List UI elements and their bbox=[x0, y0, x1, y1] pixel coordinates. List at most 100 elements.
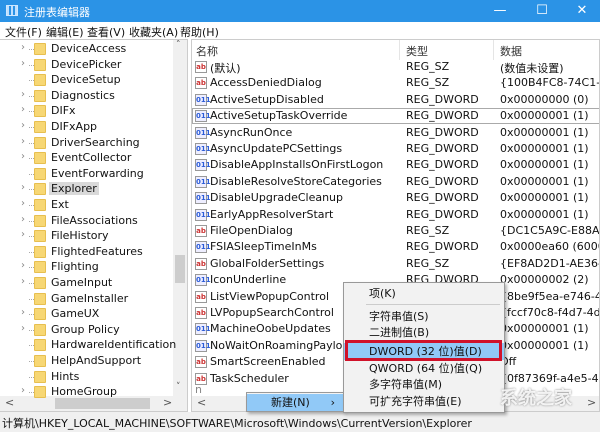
column-name-header[interactable]: 名称 bbox=[196, 43, 218, 59]
tree-scroll-thumb[interactable] bbox=[175, 255, 185, 283]
expand-chevron-icon[interactable]: › bbox=[21, 260, 25, 271]
value-type: REG_SZ bbox=[406, 76, 450, 90]
expand-chevron-icon[interactable]: › bbox=[21, 276, 25, 287]
value-name: GlobalFolderSettings bbox=[210, 256, 325, 270]
tree-item[interactable]: › FileHistory bbox=[0, 229, 172, 244]
value-name: AsyncUpdatePCSettings bbox=[210, 142, 343, 155]
tree-item[interactable]: › Ext bbox=[0, 198, 172, 213]
expand-chevron-icon[interactable]: › bbox=[21, 42, 25, 53]
tree-item[interactable]: › Group Policy bbox=[0, 323, 172, 338]
value-row[interactable]: ab (默认) REG_SZ (数值未设置) bbox=[192, 59, 599, 75]
expand-chevron-icon[interactable]: › bbox=[21, 229, 25, 240]
submenu-item[interactable]: 项(K) bbox=[344, 285, 504, 302]
submenu-item[interactable]: 字符串值(S) bbox=[344, 308, 504, 325]
tree-item-label: DIFx bbox=[51, 104, 76, 118]
expand-chevron-icon[interactable]: › bbox=[21, 182, 25, 193]
tree-item[interactable]: EventForwarding bbox=[0, 167, 172, 182]
expand-chevron-icon[interactable]: › bbox=[21, 136, 25, 147]
key-tree[interactable]: ˄ ˅ < > › DeviceAccess › DevicePicker Device… bbox=[0, 39, 188, 412]
tree-item[interactable]: › HomeGroup bbox=[0, 385, 172, 400]
tree-item[interactable]: › Explorer bbox=[0, 182, 172, 197]
value-name: DisableUpgradeCleanup bbox=[210, 191, 344, 205]
tree-item-label: Ext bbox=[51, 198, 69, 211]
submenu-item[interactable]: QWORD (64 位)值(Q) bbox=[344, 360, 504, 377]
menu-edit[interactable]: 编辑(E) bbox=[46, 24, 84, 40]
tree-item[interactable]: Hints bbox=[0, 370, 172, 385]
tree-item[interactable]: › DriverSearching bbox=[0, 136, 172, 151]
tree-item-label: HelpAndSupport bbox=[51, 354, 142, 367]
menu-file[interactable]: 文件(F) bbox=[5, 24, 42, 40]
tree-item[interactable]: › DeviceAccess bbox=[0, 42, 172, 57]
expand-chevron-icon[interactable]: › bbox=[21, 151, 25, 162]
expand-chevron-icon[interactable]: › bbox=[21, 104, 25, 115]
menu-item-new[interactable]: 新建(N) › bbox=[247, 394, 343, 411]
value-name: AccessDeniedDialog bbox=[210, 76, 322, 90]
value-type: REG_DWORD bbox=[406, 109, 479, 123]
value-name: AsyncRunOnce bbox=[210, 125, 293, 139]
tree-item[interactable]: › Flighting bbox=[0, 260, 172, 275]
scroll-right-icon[interactable]: > bbox=[587, 396, 596, 409]
submenu-item[interactable]: 二进制值(B) bbox=[344, 324, 504, 341]
value-row[interactable]: 011 FSIASleepTimeInMs REG_DWORD 0x0000ea60 … bbox=[192, 239, 599, 255]
expand-chevron-icon[interactable]: › bbox=[21, 198, 25, 209]
value-row[interactable]: 011 AsyncRunOnce REG_DWORD 0x00000001 (1) bbox=[192, 125, 599, 141]
value-name: DisableAppInstallsOnFirstLogon bbox=[210, 158, 384, 172]
tree-item[interactable]: › FileAssociations bbox=[0, 214, 172, 229]
value-row[interactable]: 011 ActiveSetupDisabled REG_DWORD 0x0000000… bbox=[192, 92, 599, 108]
submenu-item[interactable]: 可扩充字符串值(E) bbox=[344, 393, 504, 410]
value-data: 0x00000001 (1) bbox=[500, 191, 589, 205]
value-row[interactable]: 011 ActiveSetupTaskOverride REG_DWORD 0x000… bbox=[192, 108, 599, 125]
tree-item[interactable]: › DIFx bbox=[0, 104, 172, 119]
menu-favorites[interactable]: 收藏夹(A) bbox=[129, 24, 178, 40]
submenu-item[interactable]: 多字符串值(M) bbox=[344, 376, 504, 393]
expand-chevron-icon[interactable]: › bbox=[21, 58, 25, 69]
tree-item[interactable]: GameInstaller bbox=[0, 292, 172, 307]
value-row[interactable]: abFileOpenDialog REG_SZ {DC1C5A9C-E88A-4dd bbox=[192, 223, 599, 239]
value-row[interactable]: 011 DisableResolveStoreCategories REG_DWOR… bbox=[192, 174, 599, 190]
tree-item[interactable]: › DevicePicker bbox=[0, 58, 172, 73]
value-name: ListViewPopupControl bbox=[210, 289, 330, 303]
expand-chevron-icon[interactable]: › bbox=[21, 120, 25, 131]
value-row[interactable]: 011 EarlyAppResolverStart REG_DWORD 0x00000… bbox=[192, 207, 599, 223]
menu-help[interactable]: 帮助(H) bbox=[180, 24, 219, 40]
value-data: 0x00000001 (1) bbox=[500, 338, 589, 352]
scroll-left-icon[interactable]: < bbox=[197, 396, 206, 409]
value-row[interactable]: ab AccessDeniedDialog REG_SZ {100B4FC8-74C1… bbox=[192, 75, 599, 91]
tree-item[interactable]: › GameUX bbox=[0, 307, 172, 322]
tree-item[interactable]: HelpAndSupport bbox=[0, 354, 172, 369]
value-row[interactable]: 011 DisableUpgradeCleanup REG_DWORD 0x00000… bbox=[192, 190, 599, 206]
menu-view[interactable]: 查看(V) bbox=[87, 24, 125, 40]
column-divider[interactable] bbox=[399, 40, 400, 60]
value-row[interactable]: 011 AsyncUpdatePCSettings REG_DWORD 0x00000… bbox=[192, 141, 599, 157]
value-data: {fccf70c8-f4d7-4d8b-8 bbox=[500, 306, 600, 319]
tree-item[interactable]: › Diagnostics bbox=[0, 89, 172, 104]
column-type-header[interactable]: 类型 bbox=[406, 43, 428, 59]
expand-chevron-icon[interactable]: › bbox=[21, 323, 25, 334]
tree-item[interactable]: › DIFxApp bbox=[0, 120, 172, 135]
tree-item[interactable]: FlightedFeatures bbox=[0, 245, 172, 260]
scroll-down-icon[interactable]: ˅ bbox=[176, 382, 181, 392]
minimize-button[interactable]: — bbox=[480, 0, 520, 22]
scroll-up-icon[interactable]: ˄ bbox=[176, 40, 181, 50]
maximize-button[interactable]: ☐ bbox=[522, 0, 562, 22]
tree-item[interactable]: › GameInput bbox=[0, 276, 172, 291]
tree-item-label: DeviceSetup bbox=[51, 73, 121, 87]
folder-icon bbox=[34, 43, 46, 55]
close-button[interactable]: ✕ bbox=[562, 0, 600, 22]
expand-chevron-icon[interactable]: › bbox=[21, 214, 25, 225]
tree-item[interactable]: HardwareIdentification bbox=[0, 338, 176, 353]
current-key-path: 计算机\HKEY_LOCAL_MACHINE\SOFTWARE\Microsof… bbox=[2, 417, 472, 430]
value-row[interactable]: 011 DisableAppInstallsOnFirstLogon REG_DWO… bbox=[192, 157, 599, 173]
tree-item[interactable]: › EventCollector bbox=[0, 151, 172, 166]
expand-chevron-icon[interactable]: › bbox=[21, 89, 25, 100]
column-data-header[interactable]: 数据 bbox=[500, 43, 522, 59]
expand-chevron-icon[interactable]: › bbox=[21, 385, 25, 396]
value-row[interactable]: ab GlobalFolderSettings REG_SZ {EF8AD2D1-AE… bbox=[192, 256, 599, 272]
expand-chevron-icon[interactable]: › bbox=[21, 307, 25, 318]
folder-icon bbox=[34, 152, 46, 165]
title-bar: 注册表编辑器 — ☐ ✕ bbox=[0, 0, 600, 22]
tree-item[interactable]: DeviceSetup bbox=[0, 73, 172, 88]
column-divider[interactable] bbox=[493, 40, 494, 60]
folder-icon bbox=[34, 136, 46, 149]
folder-icon bbox=[34, 230, 46, 243]
